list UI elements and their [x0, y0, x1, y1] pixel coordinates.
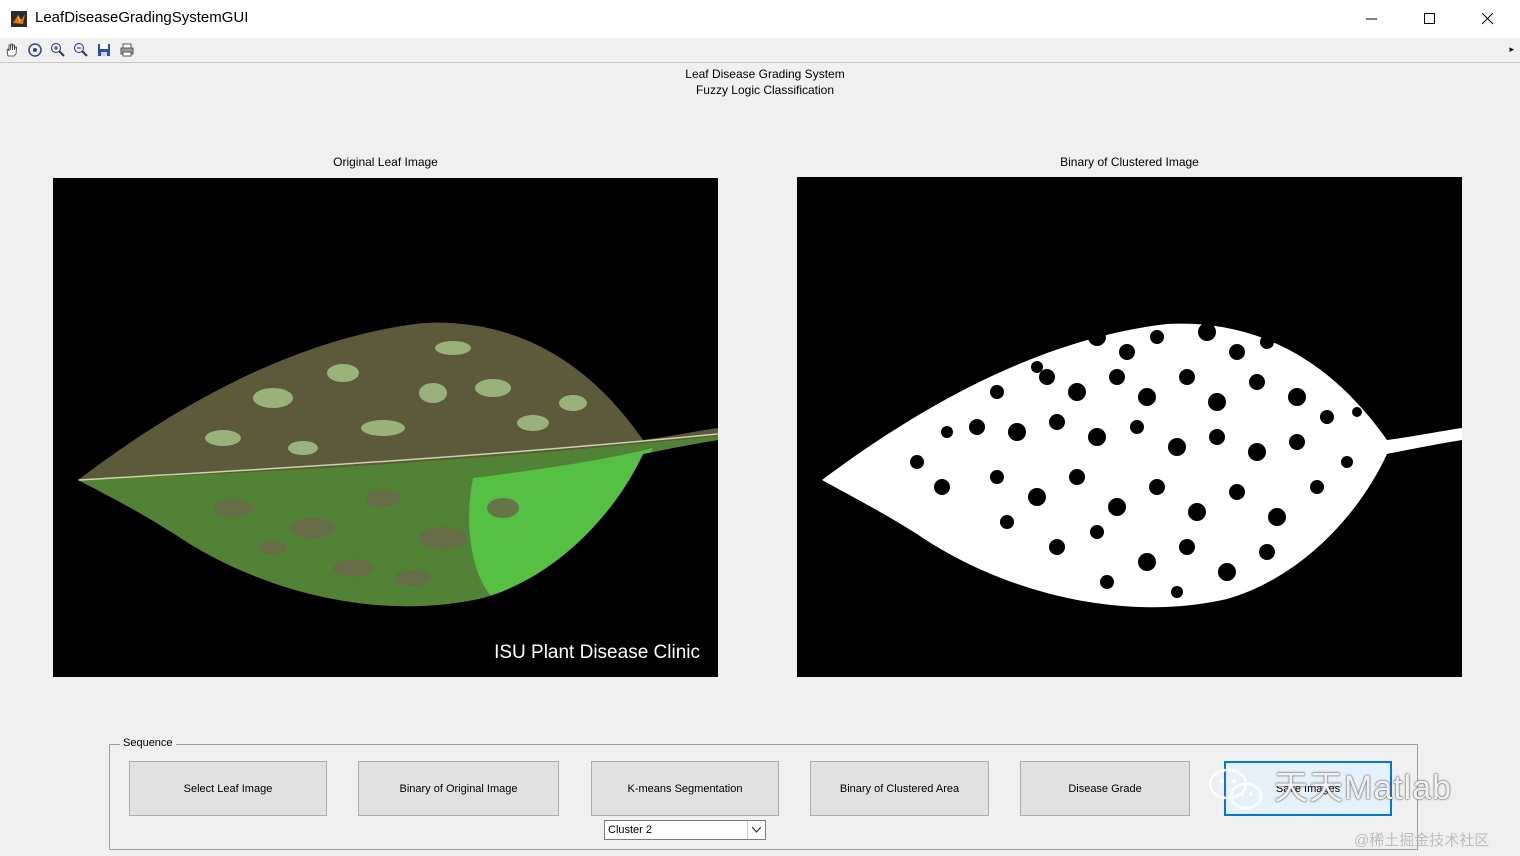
brand-watermark: 天天Matlab	[1206, 760, 1452, 809]
brand-watermark-text: 天天Matlab	[1274, 769, 1453, 807]
rotate-icon	[28, 43, 42, 57]
leaf-photo: ISU Plant Disease Clinic	[78, 322, 718, 663]
binary-original-image-button[interactable]: Binary of Original Image	[358, 761, 559, 816]
minimize-button[interactable]	[1343, 0, 1401, 38]
close-button[interactable]	[1459, 0, 1517, 38]
maximize-icon	[1424, 13, 1435, 24]
left-axes-title: Original Leaf Image	[333, 155, 438, 169]
right-axes-title: Binary of Clustered Image	[1060, 155, 1199, 169]
binary-clustered-image	[797, 177, 1462, 677]
disease-grade-button[interactable]: Disease Grade	[1020, 761, 1190, 816]
save-button[interactable]	[95, 41, 113, 59]
print-button[interactable]	[118, 41, 136, 59]
close-icon	[1482, 13, 1494, 25]
original-leaf-image: ISU Plant Disease Clinic	[53, 178, 718, 677]
hand-icon	[6, 43, 17, 57]
save-icon	[98, 44, 110, 56]
toolbar-overflow-icon[interactable]: ▸	[1509, 44, 1514, 55]
matlab-app-icon	[11, 11, 27, 27]
title-bar: LeafDiseaseGradingSystemGUI	[0, 0, 1520, 39]
system-subtitle: Fuzzy Logic Classification	[695, 83, 835, 97]
chevron-down-icon[interactable]	[747, 821, 765, 839]
binary-mask	[822, 323, 1462, 608]
pan-button[interactable]	[3, 41, 21, 59]
zoom-in-icon	[51, 43, 65, 57]
binary-clustered-area-button[interactable]: Binary of Clustered Area	[810, 761, 989, 816]
minimize-icon	[1366, 18, 1377, 20]
system-title: Leaf Disease Grading System	[685, 67, 845, 81]
rotate-3d-button[interactable]	[26, 41, 44, 59]
zoom-out-icon	[74, 43, 88, 57]
print-icon	[120, 43, 134, 57]
zoom-in-button[interactable]	[49, 41, 67, 59]
credit-watermark: @稀土掘金技术社区	[1354, 832, 1490, 849]
maximize-button[interactable]	[1401, 0, 1459, 38]
image-watermark: ISU Plant Disease Clinic	[494, 642, 700, 663]
figure-toolbar: ▸	[0, 38, 1520, 63]
select-leaf-image-button[interactable]: Select Leaf Image	[129, 761, 327, 816]
sequence-label: Sequence	[120, 737, 176, 749]
kmeans-segmentation-button[interactable]: K-means Segmentation	[591, 761, 779, 816]
cluster-select-value: Cluster 2	[608, 824, 653, 836]
cluster-select[interactable]: Cluster 2	[604, 820, 766, 840]
window-title: LeafDiseaseGradingSystemGUI	[35, 9, 249, 26]
zoom-out-button[interactable]	[72, 41, 90, 59]
